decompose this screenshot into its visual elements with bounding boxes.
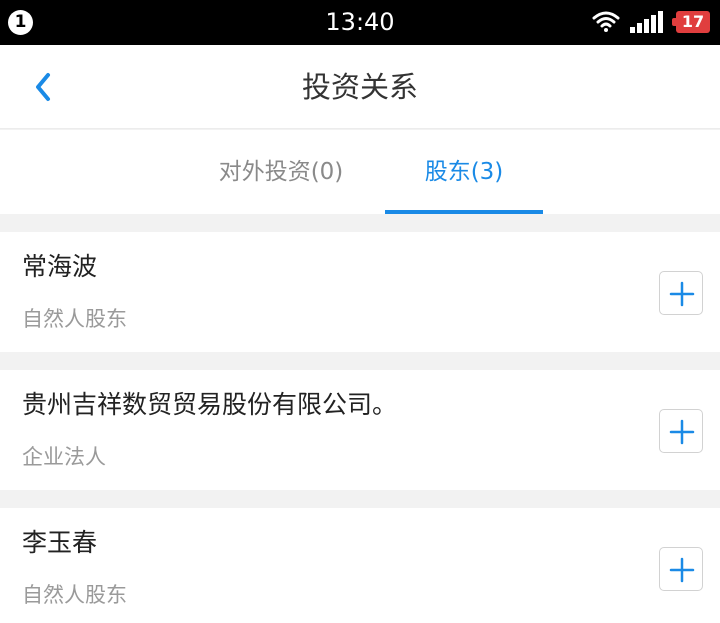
shareholder-type: 自然人股东 [22, 307, 127, 331]
list-item[interactable]: 李玉春 自然人股东 [0, 508, 720, 623]
list-item[interactable]: 贵州吉祥数贸贸易股份有限公司。 企业法人 [0, 370, 720, 490]
tab-bar: 对外投资(0) 股东(3) [0, 130, 720, 214]
list-item[interactable]: 常海波 自然人股东 [0, 232, 720, 352]
add-button[interactable] [659, 271, 703, 315]
status-bar: 1 13:40 17 [0, 0, 720, 45]
tab-outbound-investment[interactable]: 对外投资(0) [196, 130, 366, 214]
active-tab-indicator [385, 210, 543, 214]
wifi-icon [592, 11, 620, 32]
shareholder-name: 贵州吉祥数贸贸易股份有限公司。 [22, 390, 398, 419]
add-button[interactable] [659, 409, 703, 453]
plus-icon [669, 557, 695, 583]
nav-bar: 投资关系 [0, 45, 720, 129]
signal-icon [630, 11, 663, 33]
page-title: 投资关系 [301, 70, 418, 104]
add-button[interactable] [659, 547, 703, 591]
plus-icon [669, 419, 695, 445]
plus-icon [669, 281, 695, 307]
tab-shareholders[interactable]: 股东(3) [385, 130, 543, 214]
shareholder-list: 常海波 自然人股东 贵州吉祥数贸贸易股份有限公司。 企业法人 李玉春 自然人股东 [0, 232, 720, 623]
shareholder-name: 常海波 [22, 252, 98, 281]
shareholder-name: 李玉春 [22, 528, 98, 557]
battery-icon: 17 [672, 11, 710, 33]
shareholder-type: 自然人股东 [22, 583, 127, 607]
shareholder-type: 企业法人 [22, 445, 106, 469]
